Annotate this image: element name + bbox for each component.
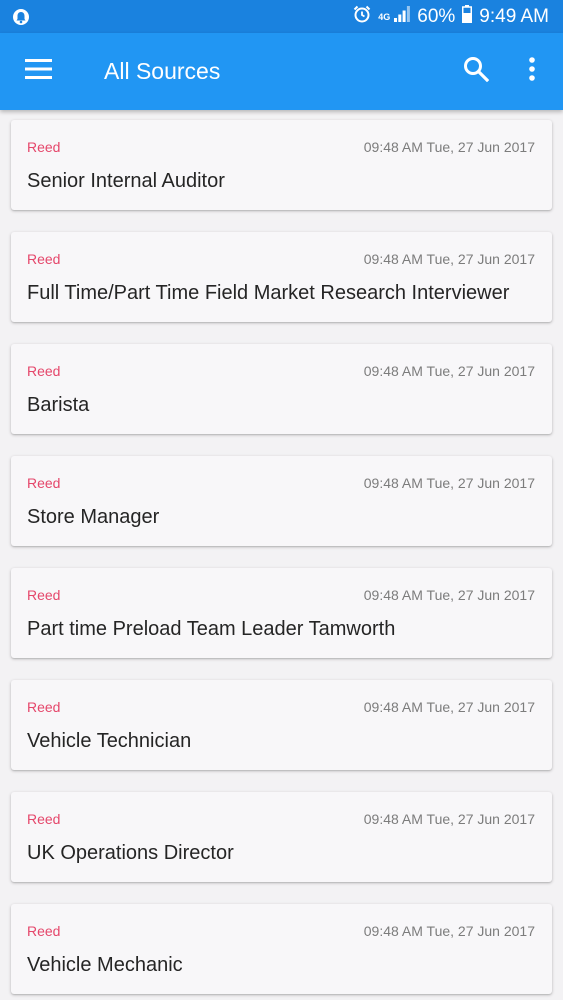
feed-card[interactable]: Reed 09:48 AM Tue, 27 Jun 2017 Vehicle M… (11, 904, 552, 994)
job-title: Full Time/Part Time Field Market Researc… (27, 282, 510, 304)
battery-icon (462, 4, 473, 29)
network-type: 4G (378, 11, 391, 22)
timestamp: 09:48 AM Tue, 27 Jun 2017 (363, 475, 535, 491)
page-title: All Sources (104, 58, 221, 84)
source-label: Reed (27, 811, 61, 827)
search-button[interactable] (458, 53, 494, 89)
timestamp: 09:48 AM Tue, 27 Jun 2017 (363, 251, 535, 267)
battery-percent: 60% (417, 5, 456, 27)
search-icon (463, 56, 490, 87)
timestamp: 09:48 AM Tue, 27 Jun 2017 (363, 363, 535, 379)
more-vert-icon (528, 56, 536, 86)
feed-card[interactable]: Reed 09:48 AM Tue, 27 Jun 2017 Vehicle T… (11, 680, 552, 770)
timestamp: 09:48 AM Tue, 27 Jun 2017 (363, 923, 535, 939)
feed-card[interactable]: Reed 09:48 AM Tue, 27 Jun 2017 Senior In… (11, 120, 552, 210)
source-label: Reed (27, 139, 61, 155)
notification-icon (12, 8, 30, 26)
app-bar: All Sources (0, 33, 563, 110)
feed-card[interactable]: Reed 09:48 AM Tue, 27 Jun 2017 Store Man… (11, 456, 552, 546)
job-title: Part time Preload Team Leader Tamworth (27, 618, 396, 640)
job-title: Store Manager (27, 506, 160, 528)
feed-card[interactable]: Reed 09:48 AM Tue, 27 Jun 2017 Barista (11, 344, 552, 434)
feed-card[interactable]: Reed 09:48 AM Tue, 27 Jun 2017 Full Time… (11, 232, 552, 322)
timestamp: 09:48 AM Tue, 27 Jun 2017 (363, 699, 535, 715)
feed-list[interactable]: Reed 09:48 AM Tue, 27 Jun 2017 Senior In… (0, 110, 563, 1000)
timestamp: 09:48 AM Tue, 27 Jun 2017 (363, 587, 535, 603)
source-label: Reed (27, 923, 61, 939)
feed-card[interactable]: Reed 09:48 AM Tue, 27 Jun 2017 UK Operat… (11, 792, 552, 882)
more-options-button[interactable] (516, 53, 548, 89)
status-time: 9:49 AM (479, 5, 549, 27)
source-label: Reed (27, 587, 61, 603)
alarm-icon (353, 5, 371, 29)
job-title: UK Operations Director (27, 842, 234, 864)
status-bar: 4G 60% 9:49 AM (0, 0, 563, 33)
job-title: Vehicle Technician (27, 730, 192, 752)
job-title: Senior Internal Auditor (27, 170, 225, 192)
signal-icon (394, 5, 411, 28)
source-label: Reed (27, 363, 61, 379)
source-label: Reed (27, 475, 61, 491)
timestamp: 09:48 AM Tue, 27 Jun 2017 (363, 811, 535, 827)
menu-icon (24, 58, 52, 84)
menu-button[interactable] (20, 55, 56, 87)
job-title: Vehicle Mechanic (27, 954, 183, 976)
job-title: Barista (27, 394, 90, 416)
source-label: Reed (27, 251, 61, 267)
timestamp: 09:48 AM Tue, 27 Jun 2017 (363, 139, 535, 155)
status-indicators: 4G 60% 9:49 AM (353, 0, 549, 33)
feed-card[interactable]: Reed 09:48 AM Tue, 27 Jun 2017 Part time… (11, 568, 552, 658)
source-label: Reed (27, 699, 61, 715)
